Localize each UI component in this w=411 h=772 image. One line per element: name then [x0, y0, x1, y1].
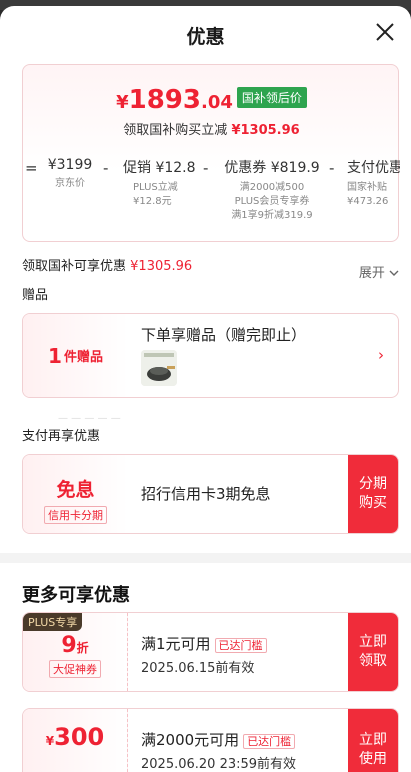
- price-summary-card: ¥1893.04 国补领后价 领取国补购买立减 ¥1305.96 = ¥3199 …: [22, 64, 400, 242]
- coupon-value: PLUS专享 9折 大促神券: [23, 613, 128, 691]
- button-line: 立即: [359, 634, 387, 650]
- coupon-card: PLUS专享 9折 大促神券 满1元可用 已达门槛 2025.06.15前有效 立…: [22, 612, 399, 692]
- minus-sign: -: [103, 159, 109, 177]
- subsidy-savings-label: 领取国补购买立减: [123, 123, 228, 138]
- interest-free-badge: 免息 信用卡分期: [23, 455, 128, 533]
- breakdown-main: 支付优惠: [347, 160, 400, 176]
- gov-subsidy-label: 领取国补可享优惠: [22, 259, 127, 274]
- coupon-card: ¥300 满2000元可用 已达门槛 2025.06.20 23:59前有效 立即…: [22, 708, 399, 772]
- plus-exclusive-tag: PLUS专享: [23, 613, 83, 631]
- final-price: ¥1893.04 国补领后价: [23, 85, 400, 115]
- price-integer: 1893: [128, 85, 201, 115]
- minus-sign: -: [329, 159, 335, 177]
- section-divider: [0, 553, 411, 563]
- discount-sheet: 优惠 ¥1893.04 国补领后价 领取国补购买立减 ¥1305.96 = ¥31…: [0, 6, 411, 772]
- payment-offer-card: 免息 信用卡分期 招行信用卡3期免息 分期购买: [22, 454, 399, 534]
- interest-free-label: 免息: [56, 479, 95, 501]
- breakdown-sub: PLUS会员专享券: [234, 196, 310, 207]
- threshold-met-badge: 已达门槛: [243, 734, 296, 749]
- subsidy-price-tag: 国补领后价: [236, 87, 307, 108]
- gift-count: 1 件赠品: [23, 314, 128, 397]
- credit-installment-label: 信用卡分期: [44, 506, 107, 524]
- breakdown-promotion: 促销 ¥12.8 PLUS立减 ¥12.8元: [123, 157, 196, 209]
- expand-toggle[interactable]: 展开: [359, 262, 399, 281]
- use-coupon-button[interactable]: 立即 使用: [348, 709, 398, 772]
- coupon-condition: 满2000元可用 已达门槛: [141, 729, 296, 750]
- more-offers-title: 更多可享优惠: [22, 585, 130, 606]
- button-line: 立即: [359, 732, 387, 748]
- coupon-value-unit: 折: [76, 641, 89, 655]
- subsidy-savings: 领取国补购买立减 ¥1305.96: [23, 119, 400, 138]
- claim-coupon-button[interactable]: 立即 领取: [348, 613, 398, 691]
- gift-title: 下单享赠品（赠完即止）: [141, 326, 307, 344]
- breakdown-sub: 满1享9折减319.9: [231, 210, 313, 221]
- breakdown-main: 优惠券 ¥819.9: [224, 160, 320, 176]
- currency-symbol: ¥: [116, 92, 129, 113]
- breakdown-sub: ¥12.8元: [133, 196, 172, 207]
- chevron-right-icon: ›: [378, 346, 384, 364]
- subsidy-savings-amount: ¥1305.96: [231, 123, 300, 138]
- breakdown-sub: 满2000减500: [239, 182, 305, 193]
- gift-section-label: 赠品: [22, 288, 49, 303]
- expand-label: 展开: [358, 266, 385, 281]
- gift-thumbnail: [141, 350, 177, 386]
- coupon-condition-text: 满2000元可用: [141, 731, 240, 749]
- coupon-desc: 大促神券: [49, 660, 101, 678]
- button-line: 购买: [359, 495, 387, 511]
- minus-sign: -: [203, 159, 209, 177]
- coupon-value-unit: ¥: [45, 734, 55, 748]
- button-line: 分期: [359, 476, 387, 492]
- breakdown-coupon: 优惠券 ¥819.9 满2000减500 PLUS会员专享券 满1享9折减319…: [223, 157, 321, 223]
- payment-offer-text: 招行信用卡3期免息: [141, 485, 271, 503]
- breakdown-main: ¥3199: [47, 157, 93, 173]
- breakdown-sub: 国家补贴: [347, 182, 387, 193]
- coupon-value-number: 9: [61, 633, 77, 658]
- chevron-down-icon: [389, 270, 399, 276]
- breakdown-sub: PLUS立减: [133, 182, 178, 193]
- coupon-value-number: 300: [54, 723, 105, 751]
- gift-card[interactable]: 1 件赠品 下单享赠品（赠完即止） ›: [22, 313, 399, 398]
- threshold-met-badge: 已达门槛: [214, 638, 267, 653]
- button-line: 领取: [359, 653, 387, 669]
- breakdown-jd-price: ¥3199 京东价: [47, 157, 93, 191]
- faint-watermark: — — — — —: [58, 413, 121, 424]
- price-decimal: .04: [201, 92, 233, 113]
- coupon-condition: 满1元可用 已达门槛: [141, 633, 267, 654]
- gift-count-number: 1: [48, 343, 62, 368]
- pay-section-label: 支付再享优惠: [22, 429, 101, 444]
- gov-subsidy-amount: ¥1305.96: [130, 259, 193, 274]
- coupon-expiry: 2025.06.15前有效: [141, 661, 255, 676]
- equals-sign: =: [25, 159, 38, 177]
- installment-buy-button[interactable]: 分期 购买: [348, 455, 398, 533]
- gift-count-unit: 件赠品: [63, 350, 103, 365]
- breakdown-sub: ¥473.26: [347, 196, 389, 207]
- coupon-condition-text: 满1元可用: [141, 635, 211, 653]
- breakdown-payment: 支付优惠 国家补贴 ¥473.26: [347, 157, 400, 209]
- coupon-expiry: 2025.06.20 23:59前有效: [141, 757, 297, 772]
- sheet-title: 优惠: [186, 26, 225, 48]
- product-icon: [141, 350, 177, 386]
- gov-subsidy-row: 领取国补可享优惠 ¥1305.96: [22, 255, 192, 274]
- close-icon[interactable]: [373, 20, 397, 44]
- price-breakdown: = ¥3199 京东价 - 促销 ¥12.8 PLUS立减 ¥12.8元 - 优…: [23, 157, 400, 237]
- button-line: 使用: [359, 751, 387, 767]
- breakdown-sub: 京东价: [55, 178, 85, 189]
- coupon-value: ¥300: [23, 709, 128, 772]
- breakdown-main: 促销 ¥12.8: [123, 160, 196, 176]
